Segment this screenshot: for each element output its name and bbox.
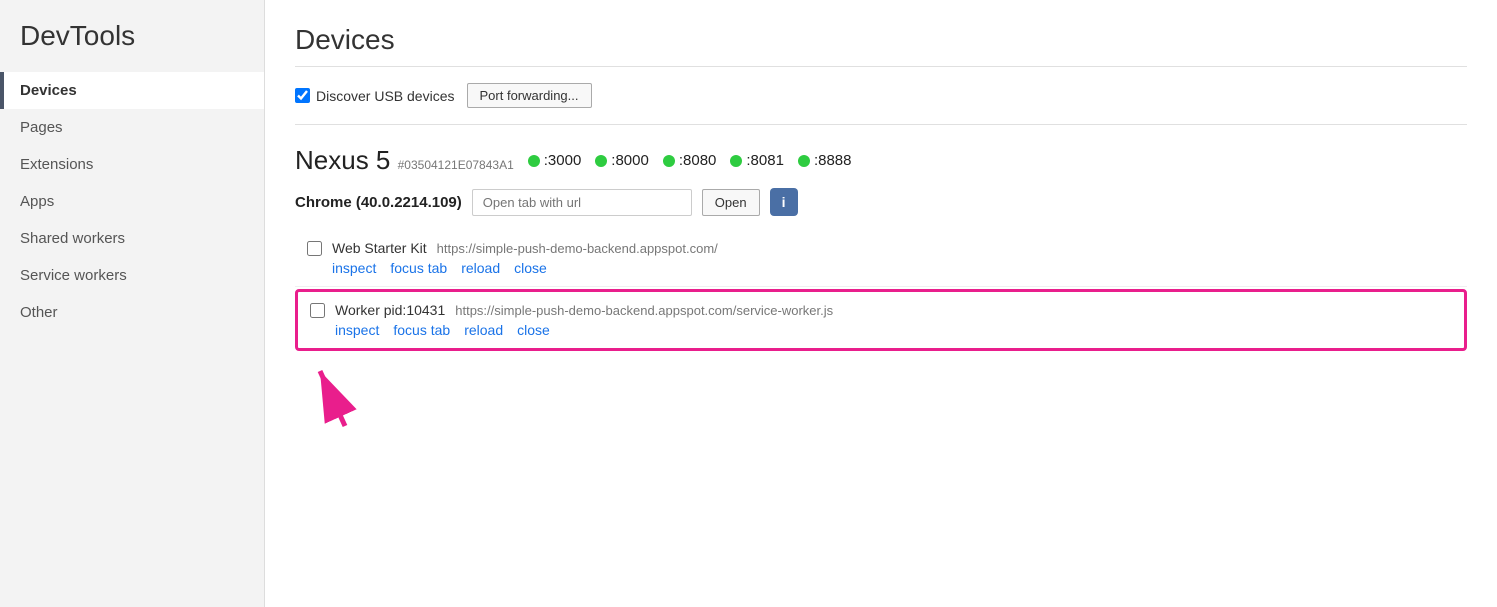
tab-item-worker: Worker pid:10431 https://simple-push-dem… (295, 289, 1467, 351)
reload-link[interactable]: reload (461, 260, 500, 276)
port-8080: :8080 (663, 152, 717, 169)
port-8000: :8000 (595, 152, 649, 169)
arrow-annotation (315, 351, 1467, 431)
tab-checkbox[interactable] (307, 241, 322, 256)
green-dot-icon (730, 155, 742, 167)
tab-url: https://simple-push-demo-backend.appspot… (455, 303, 833, 318)
tab-title: Worker pid:10431 (335, 302, 445, 318)
green-dot-icon (663, 155, 675, 167)
info-icon[interactable]: i (770, 188, 798, 216)
inspect-link[interactable]: inspect (332, 260, 376, 276)
close-link[interactable]: close (517, 322, 550, 338)
chrome-row: Chrome (40.0.2214.109) Open i (295, 188, 1467, 216)
sidebar-item-label: Extensions (20, 156, 93, 173)
sidebar-item-apps[interactable]: Apps (0, 183, 264, 220)
port-8888: :8888 (798, 152, 852, 169)
page-title: Devices (295, 24, 1467, 67)
discover-usb-text: Discover USB devices (316, 88, 455, 104)
port-forwarding-button[interactable]: Port forwarding... (467, 83, 592, 108)
reload-link[interactable]: reload (464, 322, 503, 338)
sidebar-item-devices[interactable]: Devices (0, 72, 264, 109)
focus-tab-link[interactable]: focus tab (390, 260, 447, 276)
sidebar-item-label: Pages (20, 119, 63, 136)
app-title: DevTools (0, 20, 264, 72)
sidebar-item-label: Other (20, 304, 58, 321)
chrome-label: Chrome (40.0.2214.109) (295, 194, 462, 211)
green-dot-icon (595, 155, 607, 167)
tab-actions: inspect focus tab reload close (310, 322, 1452, 338)
sidebar-item-label: Devices (20, 82, 77, 99)
open-tab-url-input[interactable] (472, 189, 692, 216)
tab-title: Web Starter Kit (332, 240, 427, 256)
sidebar: DevTools Devices Pages Extensions Apps S… (0, 0, 265, 607)
tab-url: https://simple-push-demo-backend.appspot… (437, 241, 718, 256)
discover-usb-checkbox[interactable] (295, 88, 310, 103)
tab-checkbox[interactable] (310, 303, 325, 318)
port-3000: :3000 (528, 152, 582, 169)
tab-item-row: Worker pid:10431 https://simple-push-dem… (310, 302, 1452, 318)
tab-item-row: Web Starter Kit https://simple-push-demo… (307, 240, 1455, 256)
tab-item-web-starter-kit: Web Starter Kit https://simple-push-demo… (295, 230, 1467, 287)
green-dot-icon (798, 155, 810, 167)
device-header: Nexus 5 #03504121E07843A1 :3000 :8000 :8… (295, 145, 1467, 176)
sidebar-item-pages[interactable]: Pages (0, 109, 264, 146)
discover-usb-row: Discover USB devices Port forwarding... (295, 83, 1467, 125)
device-id: #03504121E07843A1 (398, 158, 514, 172)
focus-tab-link[interactable]: focus tab (393, 322, 450, 338)
sidebar-item-label: Shared workers (20, 230, 125, 247)
discover-usb-label[interactable]: Discover USB devices (295, 88, 455, 104)
sidebar-item-label: Apps (20, 193, 54, 210)
tab-actions: inspect focus tab reload close (307, 260, 1455, 276)
device-name: Nexus 5 #03504121E07843A1 (295, 145, 514, 176)
green-dot-icon (528, 155, 540, 167)
close-link[interactable]: close (514, 260, 547, 276)
open-tab-button[interactable]: Open (702, 189, 760, 216)
sidebar-item-service-workers[interactable]: Service workers (0, 257, 264, 294)
sidebar-item-label: Service workers (20, 267, 127, 284)
device-section: Nexus 5 #03504121E07843A1 :3000 :8000 :8… (295, 145, 1467, 431)
sidebar-item-shared-workers[interactable]: Shared workers (0, 220, 264, 257)
pink-arrow-icon (315, 351, 395, 431)
main-content: Devices Discover USB devices Port forwar… (265, 0, 1497, 607)
port-8081: :8081 (730, 152, 784, 169)
sidebar-item-extensions[interactable]: Extensions (0, 146, 264, 183)
inspect-link[interactable]: inspect (335, 322, 379, 338)
sidebar-item-other[interactable]: Other (0, 294, 264, 331)
